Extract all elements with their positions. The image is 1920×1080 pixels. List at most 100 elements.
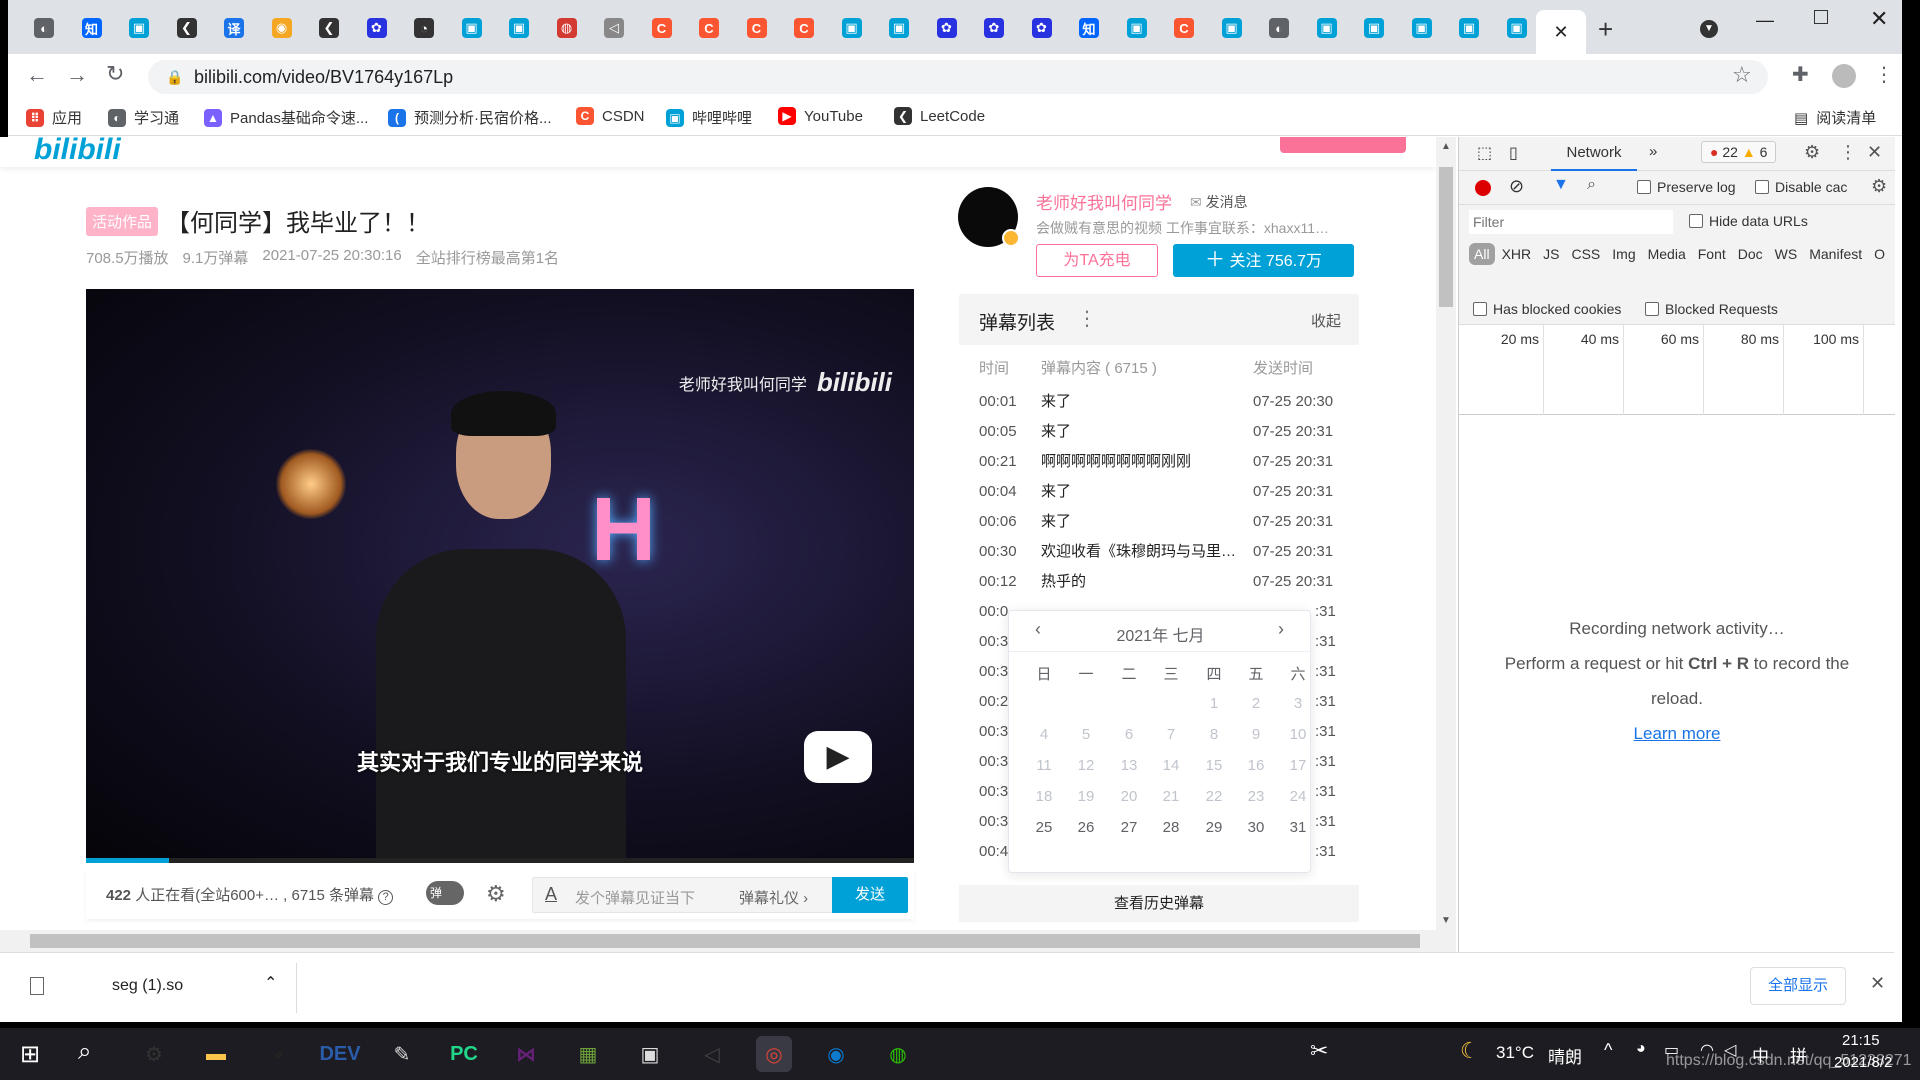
- tray-chevron-up-icon[interactable]: ^: [1604, 1040, 1612, 1061]
- taskbar-devcpp[interactable]: DEV: [319, 1036, 360, 1072]
- next-month-icon[interactable]: ›: [1278, 619, 1284, 640]
- danmaku-row[interactable]: 00:05 来了 07-25 20:31: [959, 417, 1359, 447]
- video-player[interactable]: H 老师好我叫何同学 bilibili 其实对于我们专业的同学来说 ▶: [86, 289, 914, 863]
- type-filter-img[interactable]: Img: [1607, 243, 1640, 265]
- danmaku-input[interactable]: A 发个弹幕见证当下 弹幕礼仪 ›: [532, 877, 836, 913]
- follow-button[interactable]: ＋ 关注 756.7万: [1173, 244, 1354, 277]
- bookmark-item[interactable]: ▶ YouTube: [778, 107, 863, 125]
- type-filter-manifest[interactable]: Manifest: [1804, 243, 1867, 265]
- taskbar-pictures[interactable]: ▦: [570, 1036, 606, 1072]
- browser-tab[interactable]: 知: [1069, 10, 1109, 46]
- browser-tab[interactable]: ✿: [974, 10, 1014, 46]
- browser-tab[interactable]: ▣: [1117, 10, 1157, 46]
- close-window-button[interactable]: ✕: [1870, 6, 1888, 32]
- calendar-day[interactable]: 29: [1193, 819, 1235, 836]
- blocked-requests-checkbox[interactable]: Blocked Requests: [1645, 301, 1778, 317]
- browser-tab[interactable]: ◐: [24, 10, 64, 46]
- browser-tab[interactable]: 译: [214, 10, 254, 46]
- browser-tab[interactable]: C: [737, 10, 777, 46]
- browser-tab[interactable]: ▣: [1402, 10, 1442, 46]
- device-toolbar-icon[interactable]: ▯: [1509, 143, 1518, 163]
- disable-cache-checkbox[interactable]: Disable cac: [1755, 179, 1869, 195]
- search-icon[interactable]: ⌕: [78, 1038, 91, 1066]
- browser-tab[interactable]: C: [784, 10, 824, 46]
- scroll-up-icon[interactable]: ▲: [1441, 141, 1451, 152]
- bookmark-item[interactable]: ◐ 学习通: [108, 107, 179, 128]
- search-icon[interactable]: ⌕: [1587, 176, 1596, 194]
- browser-tab[interactable]: ▣: [119, 10, 159, 46]
- browser-tab[interactable]: ▣: [1497, 10, 1537, 46]
- taskbar-notepad[interactable]: ✎: [384, 1036, 420, 1072]
- active-tab[interactable]: ✕: [1536, 10, 1586, 54]
- show-all-button[interactable]: 全部显示: [1750, 967, 1846, 1005]
- menu-icon[interactable]: ⋮: [1874, 62, 1894, 87]
- filter-input[interactable]: [1469, 210, 1673, 234]
- browser-tab[interactable]: C: [1164, 10, 1204, 46]
- taskbar-edge[interactable]: ◉: [818, 1036, 854, 1072]
- bilibili-logo[interactable]: bilibili: [34, 137, 121, 167]
- close-tab-icon[interactable]: ✕: [1553, 22, 1568, 43]
- devtools-menu-icon[interactable]: ⋮: [1839, 142, 1857, 163]
- browser-tab[interactable]: ◔: [404, 10, 444, 46]
- col-sendtime[interactable]: 发送时间: [1253, 357, 1313, 378]
- scroll-thumb[interactable]: [1439, 167, 1453, 307]
- danmaku-row[interactable]: 00:12 热乎的 07-25 20:31: [959, 567, 1359, 597]
- bookmark-item[interactable]: ▣ 哔哩哔哩: [666, 107, 752, 128]
- uploader-avatar[interactable]: [958, 187, 1020, 247]
- danmaku-settings-icon[interactable]: ⚙: [486, 881, 506, 907]
- taskbar-visual-studio[interactable]: ⋈: [508, 1036, 544, 1072]
- browser-tab[interactable]: ▣: [1307, 10, 1347, 46]
- upload-button[interactable]: [1280, 137, 1406, 153]
- network-settings-icon[interactable]: ⚙: [1871, 176, 1887, 197]
- more-tabs-icon[interactable]: »: [1649, 143, 1657, 160]
- browser-tab[interactable]: 知: [72, 10, 112, 46]
- clear-icon[interactable]: ⊘: [1509, 176, 1524, 197]
- bookmark-item[interactable]: ▲ Pandas基础命令速...: [204, 107, 368, 128]
- issues-counter[interactable]: ● 22 ▲ 6: [1701, 141, 1777, 163]
- type-filter-ws[interactable]: WS: [1770, 243, 1803, 265]
- maximize-button[interactable]: [1814, 10, 1828, 24]
- taskbar-wechat[interactable]: ◍: [880, 1036, 916, 1072]
- calendar-day[interactable]: 26: [1065, 819, 1107, 836]
- browser-tab[interactable]: C: [689, 10, 729, 46]
- weather-text[interactable]: 晴朗: [1548, 1043, 1582, 1068]
- browser-tab[interactable]: C: [642, 10, 682, 46]
- browser-tab[interactable]: ✿: [1022, 10, 1062, 46]
- type-filter-doc[interactable]: Doc: [1733, 243, 1768, 265]
- profile-avatar[interactable]: [1832, 64, 1856, 88]
- charge-button[interactable]: 为TA充电: [1036, 244, 1158, 277]
- browser-tab[interactable]: ✿: [927, 10, 967, 46]
- font-style-icon[interactable]: A: [545, 884, 557, 905]
- taskbar-explorer[interactable]: ▬: [198, 1036, 234, 1072]
- col-time[interactable]: 时间: [979, 357, 1009, 378]
- calendar-day[interactable]: 28: [1150, 819, 1192, 836]
- browser-tab[interactable]: ▣: [452, 10, 492, 46]
- reading-list[interactable]: ▤ 阅读清单: [1794, 107, 1876, 128]
- inspect-icon[interactable]: ⬚: [1477, 143, 1492, 163]
- browser-tab[interactable]: ▣: [499, 10, 539, 46]
- reload-icon[interactable]: ↻: [106, 61, 124, 87]
- progress-bar[interactable]: [86, 858, 914, 863]
- col-content[interactable]: 弹幕内容 ( 6715 ): [1041, 357, 1157, 378]
- back-icon[interactable]: ←: [26, 62, 48, 88]
- etiquette-link[interactable]: 弹幕礼仪 ›: [739, 887, 808, 908]
- browser-tab[interactable]: ✿: [357, 10, 397, 46]
- hscroll-thumb[interactable]: [30, 934, 1420, 948]
- calendar-day[interactable]: 30: [1235, 819, 1277, 836]
- bookmark-item[interactable]: ⠿ 应用: [26, 107, 82, 128]
- browser-tab[interactable]: ▣: [1449, 10, 1489, 46]
- download-chevron-up-icon[interactable]: ⌃: [264, 973, 277, 993]
- filter-icon[interactable]: ▼: [1553, 176, 1569, 194]
- collapse-button[interactable]: 收起: [1311, 310, 1341, 331]
- taskbar-pycharm[interactable]: PC: [446, 1036, 482, 1072]
- calendar-day[interactable]: 27: [1108, 819, 1150, 836]
- new-tab-button[interactable]: +: [1598, 14, 1613, 45]
- bookmark-item[interactable]: (预测分析·民宿价格...: [388, 107, 552, 128]
- taskbar-bilibili-app[interactable]: ▣: [632, 1036, 668, 1072]
- minimize-button[interactable]: —: [1756, 10, 1774, 31]
- type-filter-css[interactable]: CSS: [1566, 243, 1605, 265]
- tab-search-icon[interactable]: ▼: [1700, 20, 1718, 38]
- danmaku-row[interactable]: 00:21 啊啊啊啊啊啊啊啊刚刚 07-25 20:31: [959, 447, 1359, 477]
- windows-start-icon[interactable]: ⊞: [20, 1040, 40, 1069]
- close-download-bar-icon[interactable]: ✕: [1870, 973, 1885, 994]
